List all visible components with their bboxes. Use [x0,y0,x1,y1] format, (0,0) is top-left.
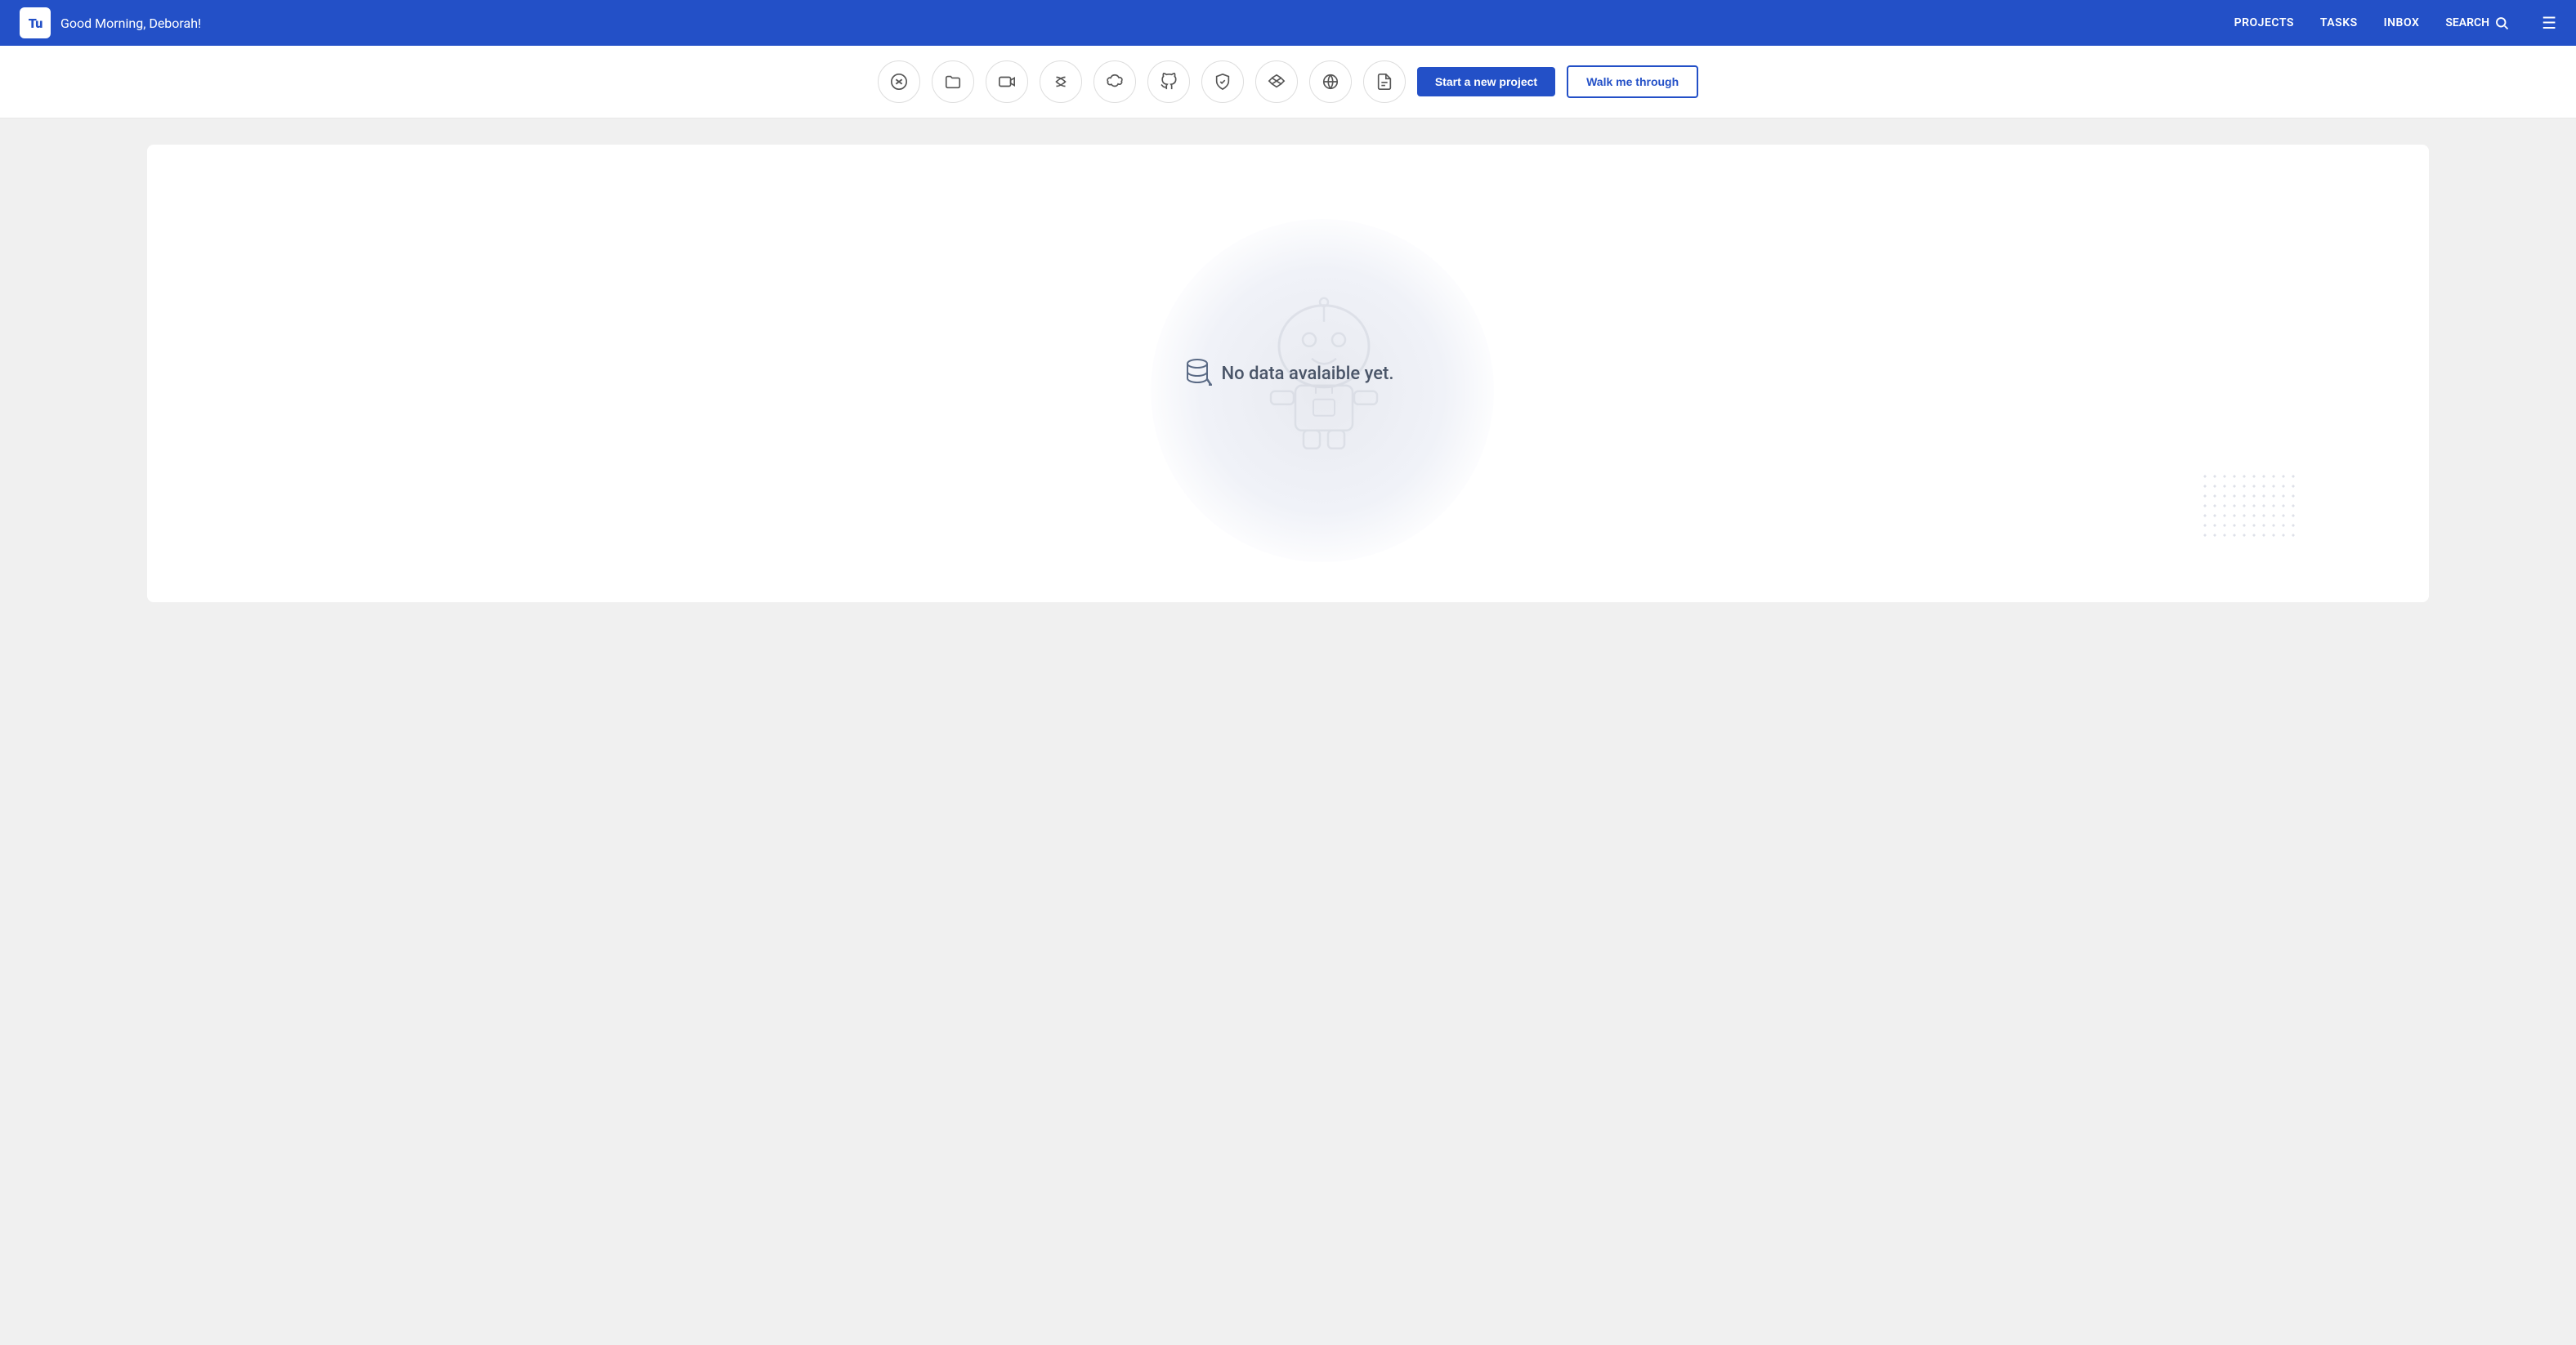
sub-header-toolbar: Start a new project Walk me through [0,46,2576,118]
navbar: Tu Good Morning, Deborah! PROJECTS TASKS… [0,0,2576,46]
salesforce-icon [1106,73,1124,91]
nav-projects[interactable]: PROJECTS [2234,16,2294,29]
empty-state: No data avalaible yet. [1183,356,1394,391]
walk-me-through-button[interactable]: Walk me through [1567,65,1698,98]
database-warning-icon [1183,356,1212,391]
globe-icon [1322,73,1339,91]
dropbox-icon [1268,73,1286,91]
brand: Tu Good Morning, Deborah! [20,7,201,38]
globe-tool-button[interactable] [1309,60,1352,103]
zendesk-tool-button[interactable] [878,60,920,103]
video-icon [998,73,1016,91]
nav-search[interactable]: SEARCH [2445,16,2509,30]
salesforce-tool-button[interactable] [1093,60,1136,103]
empty-state-text: No data avalaible yet. [1222,364,1394,384]
content-card: No data avalaible yet. [147,145,2429,602]
github-tool-button[interactable] [1147,60,1190,103]
dropbox-tool-button[interactable] [1255,60,1298,103]
shield-icon [1214,73,1232,91]
brand-greeting: Good Morning, Deborah! [60,16,201,31]
zendesk-icon [890,73,908,91]
confluence-tool-button[interactable] [1040,60,1082,103]
brand-logo: Tu [20,7,51,38]
start-new-project-button[interactable]: Start a new project [1417,67,1555,96]
confluence-icon [1052,73,1070,91]
document-tool-button[interactable] [1363,60,1406,103]
nav-inbox[interactable]: INBOX [2384,16,2420,29]
toolbar-inner: Start a new project Walk me through [878,60,1698,103]
search-icon [2494,16,2509,30]
hamburger-menu-icon[interactable]: ☰ [2542,13,2556,33]
document-icon [1375,73,1393,91]
folder-icon [944,73,962,91]
main-content: No data avalaible yet. [0,118,2576,628]
navbar-nav: PROJECTS TASKS INBOX SEARCH ☰ [2234,13,2556,33]
dot-pattern-decoration [2200,471,2298,537]
shield-tool-button[interactable] [1201,60,1244,103]
github-icon [1160,73,1178,91]
nav-tasks[interactable]: TASKS [2320,16,2358,29]
folder-tool-button[interactable] [932,60,974,103]
video-tool-button[interactable] [986,60,1028,103]
search-label: SEARCH [2445,16,2489,29]
